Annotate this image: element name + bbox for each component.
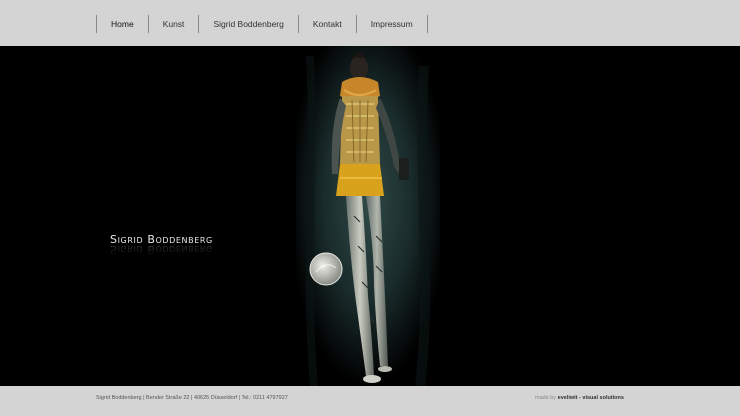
brand-logo: Sigrid Boddenberg Sigrid Boddenberg bbox=[110, 233, 270, 256]
nav-item-impressum[interactable]: Impressum bbox=[355, 15, 428, 33]
footer-credit-name[interactable]: eveliwit - visual solutions bbox=[558, 395, 624, 401]
main-stage: Sigrid Boddenberg Sigrid Boddenberg bbox=[0, 46, 740, 386]
nav-item-home[interactable]: Home bbox=[96, 15, 148, 33]
top-navigation-bar: Home Kunst Sigrid Boddenberg Kontakt Imp… bbox=[0, 0, 740, 46]
footer: Sigrid Boddenberg | Bender Straße 22 | 4… bbox=[0, 386, 740, 416]
brand-name-reflection: Sigrid Boddenberg bbox=[110, 243, 213, 256]
footer-credit[interactable]: made by eveliwit - visual solutions bbox=[535, 395, 624, 401]
nav-item-kontakt[interactable]: Kontakt bbox=[297, 15, 356, 33]
nav-item-kunst[interactable]: Kunst bbox=[147, 15, 199, 33]
nav-item-sigrid-boddenberg[interactable]: Sigrid Boddenberg bbox=[198, 15, 297, 33]
figure-painting-icon bbox=[296, 46, 440, 386]
footer-address: Sigrid Boddenberg | Bender Straße 22 | 4… bbox=[96, 395, 288, 401]
footer-credit-prefix: made by bbox=[535, 395, 557, 401]
main-nav: Home Kunst Sigrid Boddenberg Kontakt Imp… bbox=[96, 15, 428, 33]
